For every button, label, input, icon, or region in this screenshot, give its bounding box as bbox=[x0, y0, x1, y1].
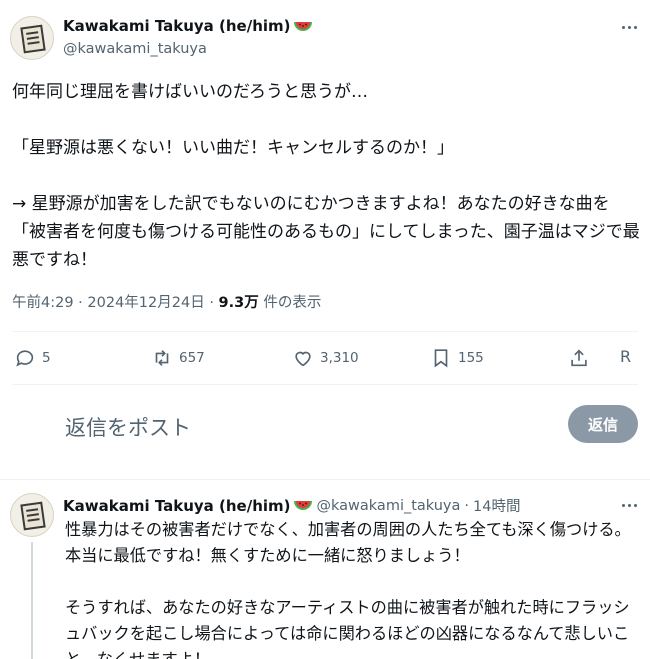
reply-count: 5 bbox=[42, 350, 51, 366]
author-name-row[interactable]: Kawakami Takuya (he/him) bbox=[63, 17, 312, 35]
reply-icon bbox=[16, 350, 34, 367]
repost-count: 657 bbox=[179, 350, 205, 366]
meta-separator: · bbox=[464, 497, 470, 514]
extra-action[interactable]: R bbox=[620, 347, 631, 366]
bookmark-count: 155 bbox=[458, 350, 484, 366]
divider bbox=[12, 384, 638, 385]
tweet-paragraph: 「星野源は悪くない！いい曲だ！キャンセルするのか！」 bbox=[12, 138, 454, 158]
like-count: 3,310 bbox=[320, 350, 359, 366]
avatar-stamp-graphic bbox=[20, 501, 46, 531]
author-handle[interactable]: @kawakami_takuya bbox=[63, 41, 207, 57]
extra-action-label: R bbox=[620, 347, 632, 366]
views-count: 9.3万 bbox=[218, 295, 259, 311]
reply-paragraph: 性暴力はその被害者だけでなく、加害者の周囲の人たち全ても深く傷つける。本当に最低… bbox=[65, 520, 631, 565]
reply-tweet-text: 性暴力はその被害者だけでなく、加害者の周囲の人たち全ても深く傷つける。本当に最低… bbox=[65, 517, 640, 659]
reply-author-handle[interactable]: @kawakami_takuya bbox=[317, 498, 461, 514]
tweet-paragraph: → 星野源が加害をした訳でもないのにむかつきますよね！あなたの好きな曲を「被害者… bbox=[12, 194, 640, 270]
tweet-text: 何年同じ理屈を書けばいいのだろうと思うが… 「星野源は悪くない！いい曲だ！キャン… bbox=[12, 78, 642, 274]
reply-author-avatar[interactable] bbox=[10, 493, 54, 537]
meta-separator: · bbox=[78, 295, 83, 311]
author-display-name[interactable]: Kawakami Takuya (he/him) bbox=[63, 17, 291, 35]
repost-icon bbox=[155, 350, 169, 366]
reply-paragraph: そうすれば、あなたの好きなアーティストの曲に被害者が触れた時にフラッシュバックを… bbox=[65, 598, 630, 659]
reply-action[interactable]: 5 bbox=[14, 347, 51, 369]
more-options-icon[interactable] bbox=[618, 494, 640, 516]
share-action[interactable] bbox=[568, 347, 590, 369]
bookmark-action[interactable]: 155 bbox=[430, 347, 484, 369]
like-action[interactable]: 3,310 bbox=[292, 347, 359, 369]
reply-author-display-name[interactable]: Kawakami Takuya (he/him) bbox=[63, 497, 291, 515]
reply-time[interactable]: 14時間 bbox=[473, 495, 520, 516]
section-divider bbox=[0, 479, 650, 480]
author-avatar[interactable] bbox=[10, 16, 54, 60]
tweet-meta: 午前4:29 · 2024年12月24日 · 9.3万 件の表示 bbox=[12, 291, 321, 312]
tweet-date[interactable]: 2024年12月24日 bbox=[87, 295, 204, 311]
reply-composer: 返信をポスト 返信 bbox=[0, 395, 650, 457]
divider bbox=[12, 331, 638, 332]
reply-button[interactable]: 返信 bbox=[568, 405, 638, 443]
tweet-time[interactable]: 午前4:29 bbox=[12, 295, 74, 311]
thread-line bbox=[31, 542, 33, 659]
reply-author-name-row[interactable]: Kawakami Takuya (he/him) @kawakami_takuy… bbox=[63, 495, 520, 516]
reply-input[interactable]: 返信をポスト bbox=[65, 412, 191, 442]
bookmark-icon bbox=[434, 349, 448, 368]
views-label: 件の表示 bbox=[263, 295, 322, 311]
tweet-paragraph: 何年同じ理屈を書けばいいのだろうと思うが… bbox=[12, 82, 368, 102]
meta-separator: · bbox=[209, 295, 214, 311]
watermelon-icon bbox=[293, 500, 312, 510]
repost-action[interactable]: 657 bbox=[151, 347, 205, 369]
watermelon-icon bbox=[293, 21, 312, 31]
avatar-stamp-graphic bbox=[20, 24, 46, 54]
share-icon bbox=[571, 349, 587, 367]
more-options-icon[interactable] bbox=[618, 16, 640, 38]
heart-icon bbox=[295, 351, 311, 367]
